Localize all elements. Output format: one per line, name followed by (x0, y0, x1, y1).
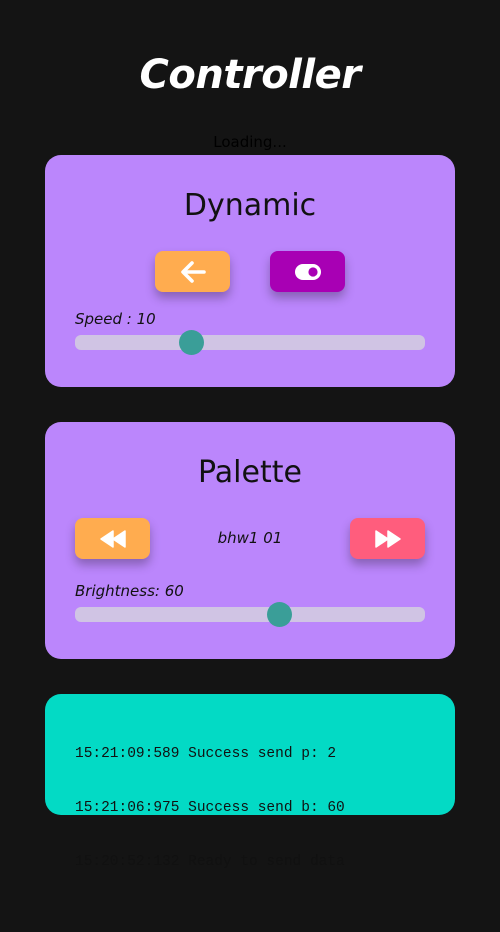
brightness-slider[interactable] (75, 602, 425, 627)
toggle-button[interactable] (270, 251, 345, 292)
log-line: 15:21:09:589 Success send p: 2 (75, 746, 337, 762)
dynamic-title: Dynamic (183, 188, 317, 223)
status-text: Loading... (213, 133, 287, 151)
next-palette-button[interactable] (350, 518, 425, 559)
log-lines: 15:21:09:589 Success send p: 2 15:21:06:… (75, 709, 345, 907)
arrow-left-icon (180, 260, 206, 283)
speed-slider[interactable] (75, 330, 425, 355)
controller-page: Controller Loading... Dynamic Speed : 10 (0, 0, 500, 932)
log-panel: 15:21:09:589 Success send p: 2 15:21:06:… (45, 694, 455, 870)
speed-slider-thumb[interactable] (179, 330, 204, 355)
fast-forward-icon (374, 529, 402, 549)
log-line: 15:20:52:132 Ready to send data (75, 854, 345, 870)
brightness-label: Brightness: 60 (75, 582, 184, 600)
toggle-on-icon (294, 263, 321, 280)
page-title: Controller (139, 52, 361, 98)
dynamic-card: Dynamic Speed : 10 (45, 155, 455, 387)
brightness-slider-thumb[interactable] (267, 602, 292, 627)
palette-card: Palette bhw1 01 Brightness: 60 (45, 422, 455, 659)
back-button[interactable] (155, 251, 230, 292)
log-line: 15:21:06:975 Success send b: 60 (75, 800, 345, 816)
speed-label: Speed : 10 (75, 310, 156, 328)
palette-title: Palette (198, 455, 302, 490)
